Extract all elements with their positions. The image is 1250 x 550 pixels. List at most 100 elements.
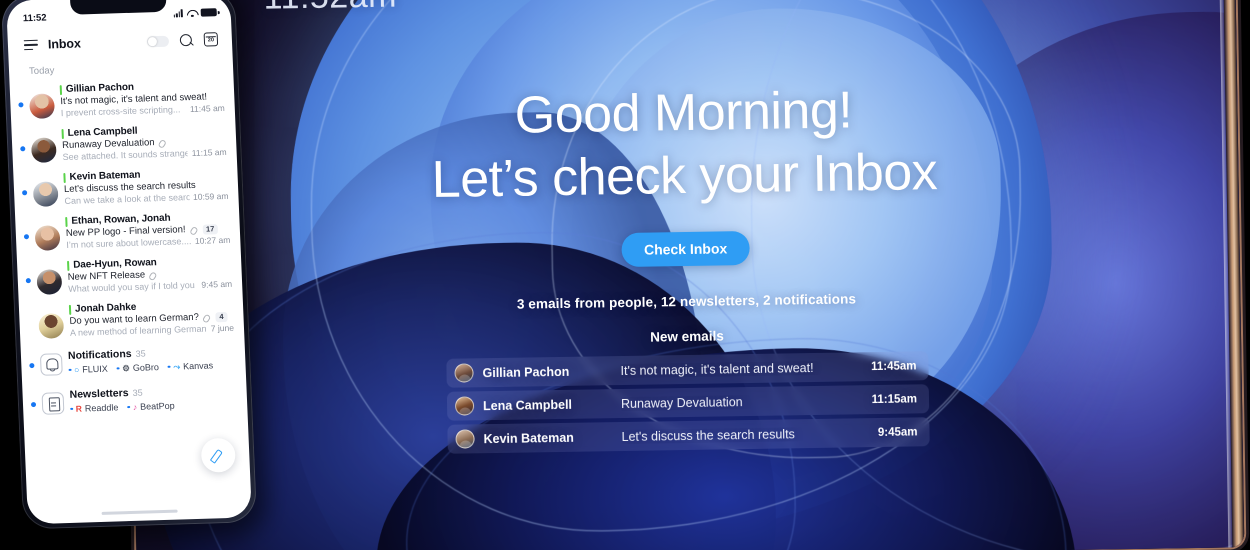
list-item[interactable]: Kevin Bateman Let's discuss the search r… — [13, 162, 239, 213]
gobro-logo-icon: ⚙ — [122, 362, 131, 374]
cellular-signal-icon — [173, 9, 183, 18]
email-subject: Let's discuss the search results — [621, 427, 795, 444]
unread-dot — [30, 401, 37, 408]
avatar — [454, 363, 474, 384]
avatar — [455, 429, 475, 450]
unread-marker-icon — [65, 216, 68, 227]
avatar — [454, 396, 475, 417]
mail-body: Kevin Bateman Let's discuss the search r… — [63, 167, 229, 206]
pencil-glyph — [211, 448, 226, 462]
attachment-icon — [189, 226, 196, 233]
list-item[interactable]: Gillian Pachon It's not magic, it's tale… — [9, 74, 235, 125]
desktop-email-row[interactable]: Lena Campbell Runaway Devaluation 11:15a… — [446, 384, 930, 422]
attachment-icon — [203, 313, 210, 320]
brand-label: Readdle — [84, 402, 119, 414]
screenshot-stage: 11:52am Good Morning! Let’s check your I… — [0, 0, 1250, 550]
calendar-icon[interactable]: 20 — [203, 32, 219, 47]
email-subject: Runaway Devaluation — [620, 395, 743, 411]
greeting-line-2: Let’s check your Inbox — [431, 142, 938, 209]
group-title-row: Newsletters 35 — [69, 384, 236, 401]
check-inbox-button[interactable]: Check Inbox — [621, 231, 750, 268]
desktop-device: 11:52am Good Morning! Let’s check your I… — [127, 0, 1245, 550]
mail-body: Gillian Pachon It's not magic, it's tale… — [59, 79, 225, 118]
desktop-overlay: 11:52am Good Morning! Let’s check your I… — [128, 0, 1245, 550]
group-body: Notifications 35 ○ FLUIX ⚙ GoBro ⤳ Kanva… — [68, 345, 236, 375]
email-time: 11:15am — [871, 393, 918, 406]
brand-dot-icon — [127, 405, 130, 409]
status-time: 11:52 — [22, 11, 47, 24]
desktop-email-row[interactable]: Kevin Bateman Let's discuss the search r… — [447, 417, 930, 455]
list-item[interactable]: Lena Campbell Runaway Devaluation See at… — [11, 118, 237, 169]
unread-marker-icon — [59, 84, 63, 95]
header-actions: 20 — [146, 32, 219, 48]
brand-chip[interactable]: ♪ BeatPop — [127, 401, 175, 412]
desktop-email-list: Gillian Pachon It's not magic, it's tale… — [446, 351, 930, 455]
desktop-email-row[interactable]: Gillian Pachon It's not magic, it's tale… — [446, 351, 929, 389]
unread-marker-icon — [67, 260, 70, 271]
mail-time: 10:59 am — [192, 190, 229, 202]
mail-sender: Jonah Dahke — [74, 301, 137, 315]
list-item-newsletters[interactable]: Newsletters 35 R Readdle ♪ BeatPop — [22, 376, 248, 422]
group-brands: ○ FLUIX ⚙ GoBro ⤳ Kanvas — [68, 360, 235, 375]
email-time: 11:45am — [870, 360, 917, 373]
brand-chip[interactable]: ⤳ Kanvas — [167, 360, 214, 372]
search-icon[interactable] — [180, 33, 194, 46]
list-item[interactable]: Ethan, Rowan, Jonah New PP logo - Final … — [15, 206, 241, 257]
unread-dot — [22, 190, 28, 196]
unread-dot — [29, 363, 35, 369]
attachment-icon — [158, 139, 165, 146]
avatar — [34, 225, 61, 251]
message-count-badge: 17 — [202, 223, 219, 235]
phone-screen: 11:52 Inbox 20 Today Gillian Pachon It's… — [6, 0, 252, 525]
brand-dot-icon — [68, 368, 72, 372]
unread-marker-icon — [68, 304, 72, 315]
mail-time: 11:45 am — [189, 102, 225, 115]
group-count: 35 — [132, 387, 143, 398]
readdle-logo-icon: R — [75, 403, 83, 414]
avatar — [29, 93, 56, 120]
mail-time: 11:15 am — [191, 146, 227, 158]
email-subject: It's not magic, it's talent and sweat! — [620, 360, 814, 378]
email-sender: Kevin Bateman — [483, 430, 574, 447]
mail-body: Ethan, Rowan, Jonah New PP logo - Final … — [65, 211, 230, 250]
avatar — [32, 181, 59, 207]
greeting-line-1: Good Morning! — [514, 81, 853, 145]
hamburger-menu-icon[interactable] — [23, 39, 38, 51]
calendar-day: 20 — [207, 37, 215, 44]
avatar — [30, 137, 57, 164]
brand-label: GoBro — [132, 362, 160, 373]
mail-body: Dae-Hyun, Rowan New NFT Release What wou… — [67, 255, 232, 294]
status-icons — [173, 8, 217, 18]
group-count: 35 — [135, 348, 146, 359]
brand-chip[interactable]: ○ FLUIX — [68, 364, 108, 375]
fluix-logo-icon: ○ — [73, 364, 80, 375]
kanvas-logo-icon: ⤳ — [173, 361, 181, 372]
group-title: Notifications — [67, 347, 132, 362]
list-item[interactable]: Dae-Hyun, Rowan New NFT Release What wou… — [17, 249, 243, 300]
beatpop-logo-icon: ♪ — [132, 401, 138, 412]
group-title: Newsletters — [69, 387, 129, 401]
brand-label: Kanvas — [182, 360, 214, 372]
unread-marker-icon — [61, 128, 64, 139]
page-title: Inbox — [47, 36, 82, 52]
wifi-icon — [187, 9, 197, 17]
email-time: 9:45am — [877, 426, 918, 439]
unread-dot — [25, 278, 31, 284]
mail-sender: Lena Campbell — [67, 125, 138, 139]
desktop-clock: 11:52am — [263, 0, 397, 18]
group-title-row: Notifications 35 — [68, 345, 235, 362]
avatar — [36, 269, 63, 295]
select-toggle[interactable] — [146, 35, 170, 47]
mail-body: Jonah Dahke Do you want to learn German?… — [68, 299, 234, 338]
attachment-icon — [149, 271, 156, 278]
bell-icon — [39, 353, 63, 376]
brand-chip[interactable]: R Readdle — [70, 402, 119, 414]
brand-label: BeatPop — [139, 400, 175, 412]
mail-body: Lena Campbell Runaway Devaluation See at… — [61, 123, 227, 162]
inbox-summary-text: 3 emails from people, 12 newsletters, 2 … — [516, 291, 857, 313]
mail-time: 9:45 am — [201, 278, 233, 290]
unread-dot — [23, 234, 30, 240]
list-item[interactable]: Jonah Dahke Do you want to learn German?… — [19, 293, 245, 344]
brand-chip[interactable]: ⚙ GoBro — [116, 362, 160, 374]
group-brands: R Readdle ♪ BeatPop — [70, 399, 237, 414]
